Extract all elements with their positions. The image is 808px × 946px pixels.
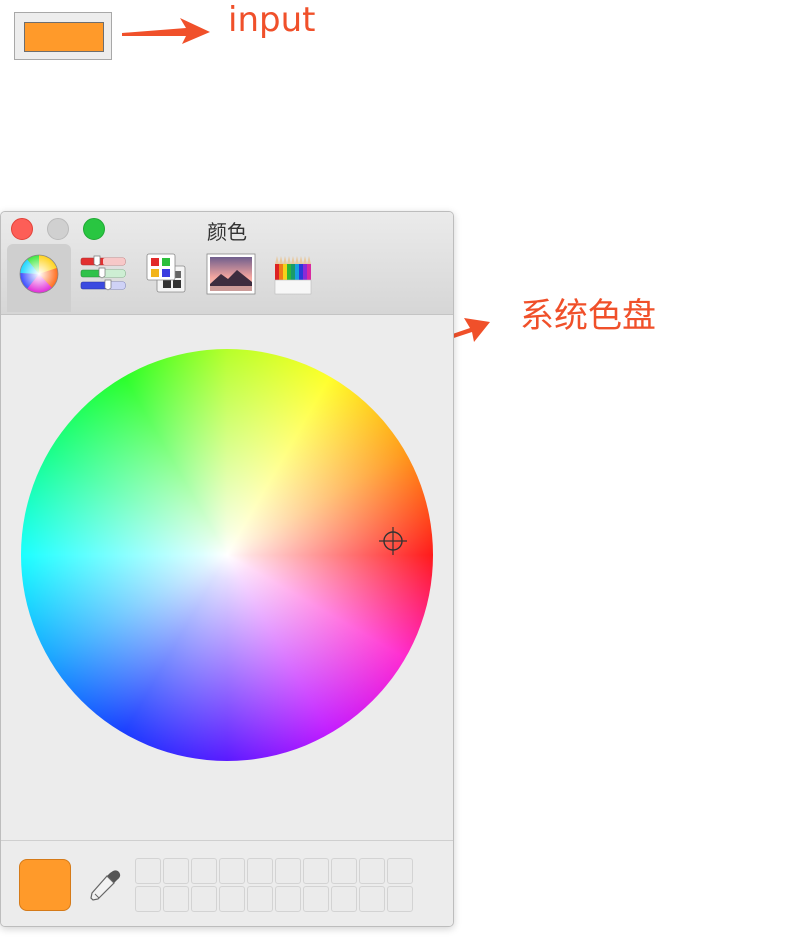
- swatch-cell[interactable]: [219, 886, 245, 912]
- swatch-cell[interactable]: [191, 858, 217, 884]
- swatch-cell[interactable]: [275, 858, 301, 884]
- eyedropper-icon[interactable]: [87, 867, 123, 903]
- swatch-cell[interactable]: [303, 886, 329, 912]
- swatch-cell[interactable]: [135, 858, 161, 884]
- title-bar: 颜色: [1, 212, 453, 315]
- swatch-cell[interactable]: [135, 886, 161, 912]
- crosshair-icon[interactable]: [379, 527, 407, 555]
- swatch-cell[interactable]: [191, 886, 217, 912]
- swatch-cell[interactable]: [163, 886, 189, 912]
- annotation-input-label: input: [228, 0, 316, 40]
- custom-swatch-grid: [135, 858, 413, 912]
- sliders-icon: [80, 255, 126, 291]
- swatch-cell[interactable]: [387, 886, 413, 912]
- swatch-cell[interactable]: [359, 858, 385, 884]
- current-color-well[interactable]: [19, 859, 71, 911]
- color-wheel-icon: [19, 254, 59, 294]
- window-title: 颜色: [207, 220, 247, 244]
- palettes-icon: [146, 253, 186, 293]
- color-input[interactable]: [14, 12, 112, 60]
- tab-image-palettes[interactable]: [201, 244, 265, 312]
- color-panel-window: 颜色: [0, 211, 454, 927]
- color-wheel[interactable]: [21, 349, 433, 761]
- swatch-cell[interactable]: [247, 858, 273, 884]
- tab-color-sliders[interactable]: [73, 244, 137, 312]
- swatch-cell[interactable]: [331, 858, 357, 884]
- color-input-swatch: [24, 22, 104, 52]
- bottom-bar: [1, 840, 453, 926]
- swatch-cell[interactable]: [387, 858, 413, 884]
- swatch-cell[interactable]: [275, 886, 301, 912]
- pencils-icon: [274, 256, 312, 295]
- tab-color-palettes[interactable]: [139, 244, 203, 312]
- arrow-to-input-label: [122, 18, 210, 44]
- tab-pencils[interactable]: [267, 244, 331, 312]
- swatch-cell[interactable]: [247, 886, 273, 912]
- color-wheel-area: [1, 315, 453, 926]
- swatch-cell[interactable]: [303, 858, 329, 884]
- annotation-picker-label: 系统色盘: [520, 296, 656, 336]
- swatch-cell[interactable]: [331, 886, 357, 912]
- tab-color-wheel[interactable]: [7, 244, 71, 312]
- swatch-cell[interactable]: [359, 886, 385, 912]
- swatch-cell[interactable]: [163, 858, 189, 884]
- swatch-cell[interactable]: [219, 858, 245, 884]
- image-icon: [206, 253, 256, 295]
